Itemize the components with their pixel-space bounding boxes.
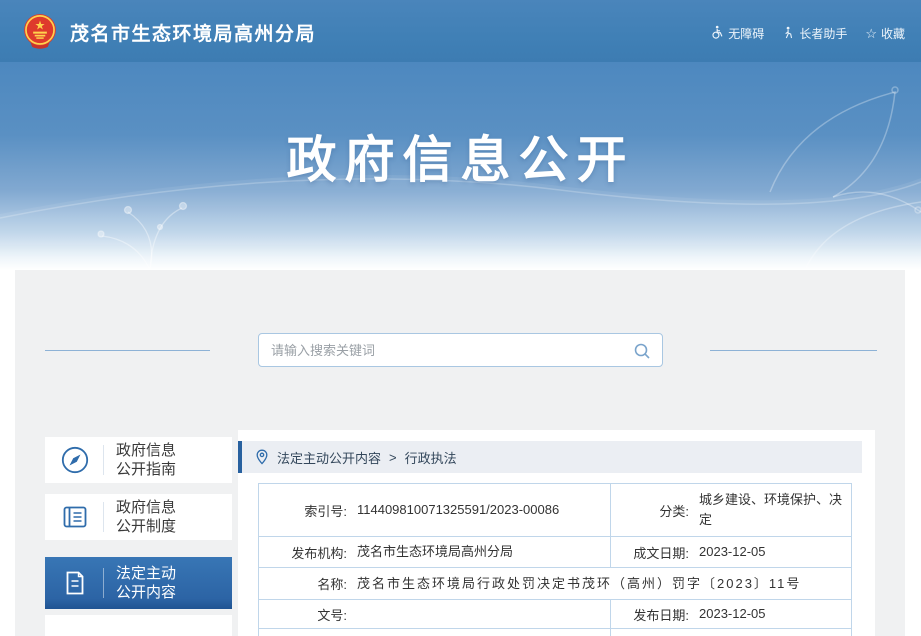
- issuing-agency-value: 茂名市生态环境局高州分局: [357, 542, 602, 562]
- publish-date-label: 发布日期:: [619, 605, 689, 624]
- document-number-label: 文号:: [267, 605, 347, 624]
- table-row-partial: [259, 629, 852, 636]
- written-date-label: 成文日期:: [619, 543, 689, 562]
- index-number-value: 114409810071325591/2023-00086: [357, 500, 602, 520]
- category-label: 分类:: [619, 501, 689, 520]
- sidebar-item-system[interactable]: 政府信息 公开制度: [45, 494, 232, 540]
- issuing-agency-label: 发布机构:: [267, 543, 347, 562]
- written-date-value: 2023-12-05: [699, 542, 843, 562]
- divider: [103, 568, 104, 598]
- document-detail-table: 索引号: 114409810071325591/2023-00086 分类: 城…: [258, 483, 852, 636]
- sidebar-item-guide[interactable]: 政府信息 公开指南: [45, 437, 232, 483]
- accessibility-icon: [710, 25, 724, 42]
- table-row: 文号: 发布日期: 2023-12-05: [259, 600, 852, 629]
- sidebar-item-label: 法定主动 公开内容: [116, 564, 176, 602]
- category-value: 城乡建设、环境保护、决定: [699, 490, 843, 530]
- breadcrumb: 法定主动公开内容 > 行政执法: [238, 441, 862, 473]
- divider: [103, 445, 104, 475]
- breadcrumb-separator: >: [389, 450, 397, 465]
- search-divider-left: [45, 350, 210, 351]
- elder-helper-link[interactable]: 长者助手: [782, 25, 847, 42]
- sidebar-item-statutory-disclosure[interactable]: 法定主动 公开内容: [45, 557, 232, 609]
- accessibility-link[interactable]: 无障碍: [710, 25, 764, 42]
- table-row: 发布机构: 茂名市生态环境局高州分局 成文日期: 2023-12-05: [259, 537, 852, 568]
- table-row: 名称: 茂名市生态环境局行政处罚决定书茂环（高州）罚字〔2023〕11号: [259, 568, 852, 600]
- sidebar-item-label: 政府信息 公开指南: [116, 441, 176, 479]
- document-name-label: 名称:: [267, 574, 347, 593]
- favorite-label: 收藏: [881, 25, 905, 42]
- star-icon: ☆: [865, 28, 877, 40]
- header-links: 无障碍 长者助手 ☆ 收藏: [710, 25, 905, 42]
- banner: 政府信息公开: [0, 62, 921, 270]
- elder-helper-label: 长者助手: [799, 25, 847, 42]
- main-panel: 法定主动公开内容 > 行政执法 索引号: 114409810071325591/…: [238, 430, 875, 636]
- search-divider-right: [710, 350, 877, 351]
- divider: [103, 502, 104, 532]
- document-icon: [60, 568, 90, 598]
- breadcrumb-current: 行政执法: [405, 448, 457, 467]
- favorite-link[interactable]: ☆ 收藏: [865, 25, 905, 42]
- publish-date-value: 2023-12-05: [699, 604, 843, 624]
- sidebar-item-next-partial[interactable]: [45, 615, 232, 636]
- banner-title: 政府信息公开: [0, 62, 921, 192]
- breadcrumb-parent[interactable]: 法定主动公开内容: [277, 448, 381, 467]
- compass-icon: [60, 445, 90, 475]
- page: 茂名市生态环境局高州分局 无障碍: [0, 0, 921, 636]
- index-number-label: 索引号:: [267, 501, 347, 520]
- site-title: 茂名市生态环境局高州分局: [70, 19, 316, 46]
- book-icon: [60, 502, 90, 532]
- elder-helper-icon: [782, 26, 795, 42]
- location-pin-icon: [255, 449, 269, 465]
- document-name-value: 茂名市生态环境局行政处罚决定书茂环（高州）罚字〔2023〕11号: [357, 574, 843, 594]
- national-emblem-icon: [21, 12, 59, 50]
- table-row: 索引号: 114409810071325591/2023-00086 分类: 城…: [259, 484, 852, 537]
- search-input[interactable]: [259, 334, 662, 366]
- accessibility-label: 无障碍: [728, 25, 764, 42]
- top-header-bar: 茂名市生态环境局高州分局 无障碍: [0, 0, 921, 62]
- sidebar-item-label: 政府信息 公开制度: [116, 498, 176, 536]
- search-icon[interactable]: [633, 342, 651, 360]
- search-box: [258, 333, 663, 367]
